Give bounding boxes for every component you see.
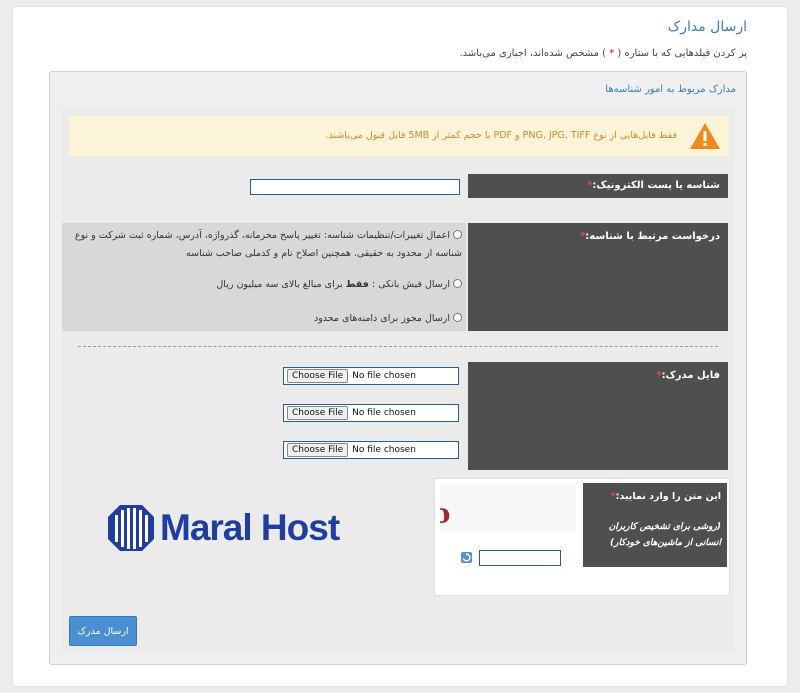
option-text: ارسال فیش بانکی : — [368, 279, 450, 290]
email-label: شناسه یا پست الکترونیک:* — [468, 174, 728, 198]
option-text: اعمال تغییرات/تنظیمات شناسه: تغییر پاسخ … — [74, 230, 462, 259]
warning-text: فقط فایل‌هایی از نوع PNG, JPG, TIFF و PD… — [325, 130, 677, 141]
captcha-subtext: (روشی برای تشخیص کاربران انسانی از ماشین… — [608, 522, 721, 548]
captcha-label: این متن را وارد نمایید:* (روشی برای تشخی… — [583, 483, 727, 567]
intro-text-start: پر کردن فیلدهایی که با ستاره ( — [614, 48, 747, 59]
option-bank-receipt[interactable]: ارسال فیش بانکی : فقط برای مبالغ بالای س… — [67, 276, 462, 294]
radio-button[interactable] — [453, 313, 462, 322]
page-title: ارسال مدارک — [667, 19, 747, 35]
radio-button[interactable] — [453, 279, 462, 288]
form-area: فقط فایل‌هایی از نوع PNG, JPG, TIFF و PD… — [62, 109, 734, 651]
file-input-1[interactable]: Choose File No file chosen — [283, 367, 459, 385]
file-label: فایل مدرک:* — [468, 362, 728, 470]
required-fields-note: پر کردن فیلدهایی که با ستاره ( * ) مشخص … — [460, 48, 748, 59]
captcha-box: iwuaieo این متن را وارد نمایید:* (روشی ب… — [333, 478, 730, 596]
intro-text-end: ) مشخص شده‌اند، اجباری می‌باشد. — [459, 48, 610, 59]
radio-button[interactable] — [453, 230, 462, 239]
email-input[interactable] — [250, 179, 460, 195]
option-text: برای مبالغ بالای سه میلیون ریال — [216, 279, 346, 290]
warning-box: فقط فایل‌هایی از نوع PNG, JPG, TIFF و PD… — [69, 116, 729, 156]
request-options: اعمال تغییرات/تنظیمات شناسه: تغییر پاسخ … — [62, 223, 466, 331]
page-container: ارسال مدارک پر کردن فیلدهایی که با ستاره… — [12, 6, 788, 687]
file-label-text: فایل مدرک: — [661, 370, 720, 381]
choose-file-button[interactable]: Choose File — [287, 443, 349, 457]
captcha-label-text: این متن را وارد نمایید: — [615, 491, 721, 502]
maral-host-logo: Maral Host — [106, 501, 366, 557]
captcha-image-letters: iwuaieo — [440, 498, 451, 531]
refresh-icon[interactable] — [461, 552, 472, 563]
option-account-changes[interactable]: اعمال تغییرات/تنظیمات شناسه: تغییر پاسخ … — [67, 227, 462, 263]
file-input-2[interactable]: Choose File No file chosen — [283, 404, 459, 422]
divider — [78, 346, 718, 347]
email-label-text: شناسه یا پست الکترونیک: — [592, 180, 720, 191]
documents-panel: مدارک مربوط به امور شناسه‌ها فقط فایل‌ها… — [49, 71, 747, 665]
option-text: ارسال مجوز برای دامنه‌های محدود — [313, 313, 450, 324]
panel-title: مدارک مربوط به امور شناسه‌ها — [605, 84, 736, 95]
choose-file-button[interactable]: Choose File — [287, 369, 349, 383]
request-label-text: درخواست مرتبط با شناسه: — [585, 231, 720, 242]
captcha-image: iwuaieo — [333, 485, 576, 537]
option-text-bold: فقط — [345, 279, 369, 290]
choose-file-button[interactable]: Choose File — [287, 406, 349, 420]
request-label: درخواست مرتبط با شناسه:* — [468, 223, 728, 331]
file-status: No file chosen — [352, 371, 416, 381]
file-status: No file chosen — [352, 445, 416, 455]
logo-building-icon — [108, 505, 154, 551]
warning-triangle-icon — [690, 123, 720, 149]
option-restricted-domain[interactable]: ارسال مجوز برای دامنه‌های محدود — [67, 310, 462, 328]
logo-text: Maral Host — [160, 507, 340, 548]
captcha-input[interactable] — [479, 550, 561, 566]
submit-button[interactable]: ارسال مدرک — [69, 616, 137, 646]
file-input-3[interactable]: Choose File No file chosen — [283, 441, 459, 459]
file-status: No file chosen — [352, 408, 416, 418]
captcha-image-text: iwuaieo — [333, 498, 451, 537]
